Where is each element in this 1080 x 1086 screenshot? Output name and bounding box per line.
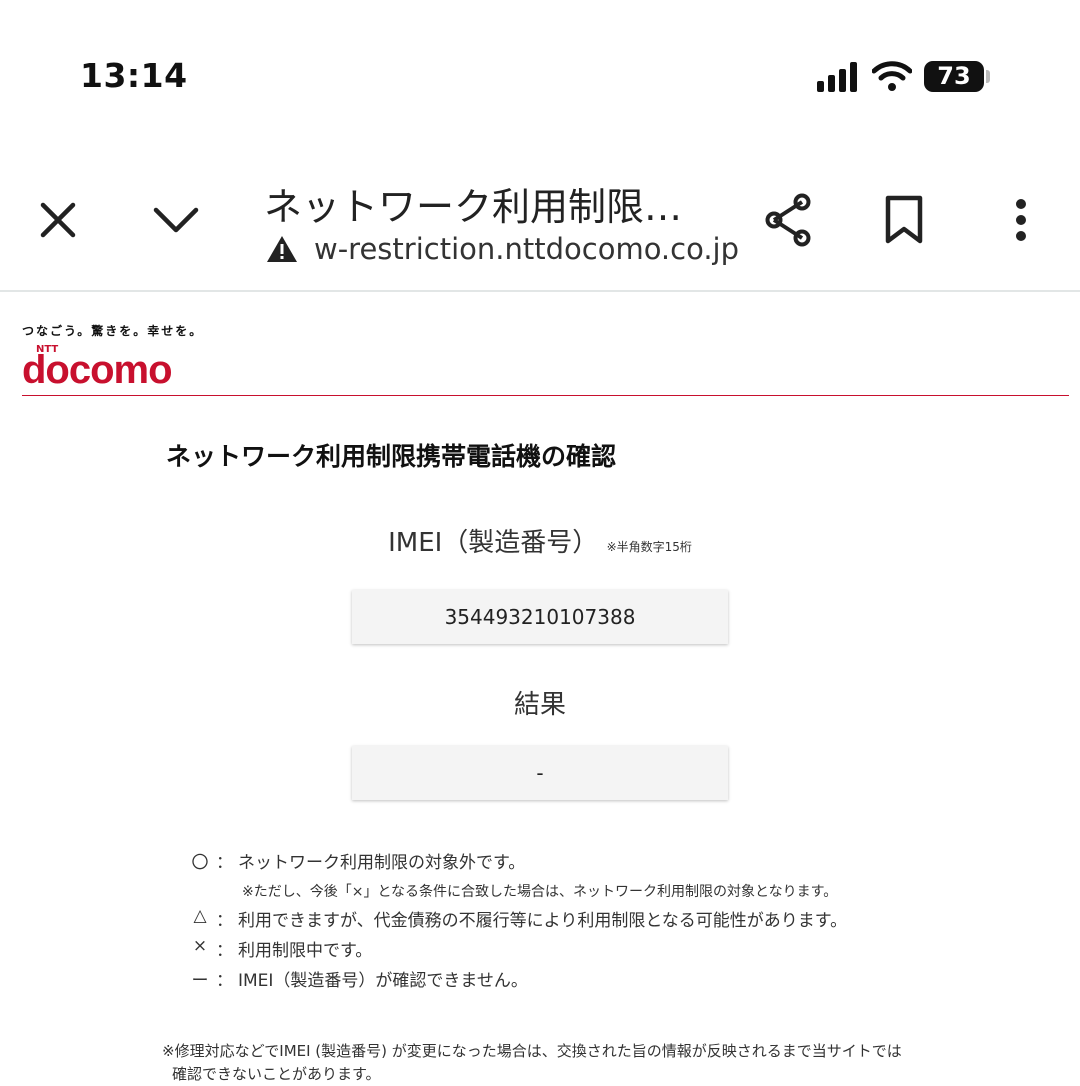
page-heading: ネットワーク利用制限携帯電話機の確認 [166, 442, 617, 471]
close-icon [40, 202, 76, 238]
share-button[interactable] [758, 190, 818, 250]
imei-label: IMEI（製造番号） ※半角数字15桁 [0, 522, 1080, 559]
bookmark-button[interactable] [874, 190, 934, 250]
legend-text: 利用制限中です。 [238, 941, 373, 961]
result-label: 結果 [513, 690, 566, 720]
chevron-down-icon [153, 207, 199, 233]
url-bar[interactable]: w-restriction.nttdocomo.co.jp [266, 232, 739, 272]
close-button[interactable] [28, 190, 88, 250]
page-title: ネットワーク利用制限… [264, 185, 683, 229]
cross-symbol: × [192, 936, 208, 956]
warning-icon [267, 236, 297, 262]
dash-symbol: ー [191, 971, 209, 991]
legend-item: △ ： 利用できますが、代金債務の不履行等により利用制限となる可能性があります。 [188, 906, 1068, 936]
collapse-button[interactable] [146, 190, 206, 250]
docomo-logo[interactable]: つなごう。驚きを。幸せを。 NTT docomo [22, 322, 222, 392]
legend-colon: ： [216, 941, 233, 961]
more-options-button[interactable] [991, 190, 1051, 250]
logo-tagline: つなごう。驚きを。幸せを。 [22, 324, 204, 338]
cellular-signal-icon [817, 62, 859, 92]
header-divider [22, 395, 1069, 396]
footnote-line-1: ※修理対応などでIMEI (製造番号) が変更になった場合は、交換された旨の情報… [162, 1042, 902, 1060]
status-bar: 13:14 73 [0, 0, 1080, 150]
battery-nub [986, 70, 990, 83]
more-vert-icon [1016, 199, 1026, 241]
battery-icon: 73 [924, 61, 984, 92]
imei-label-text: IMEI（製造番号） [388, 528, 599, 558]
triangle-symbol: △ [193, 906, 207, 926]
footnote: ※修理対応などでIMEI (製造番号) が変更になった場合は、交換された旨の情報… [162, 1040, 902, 1086]
share-icon [765, 193, 811, 247]
result-field: - [352, 746, 728, 800]
result-legend: 〇 ： ネットワーク利用制限の対象外です。 ※ただし、今後「×」となる条件に合致… [188, 848, 1068, 996]
logo-brand: docomo [22, 348, 173, 392]
imei-input[interactable]: 354493210107388 [352, 590, 728, 644]
legend-colon: ： [216, 853, 233, 873]
legend-colon: ： [216, 911, 233, 931]
legend-colon: ： [216, 971, 233, 991]
url-text: w-restriction.nttdocomo.co.jp [314, 232, 740, 266]
legend-text: ネットワーク利用制限の対象外です。 [238, 853, 526, 873]
wifi-icon [872, 61, 912, 91]
footnote-line-2: 確認できないことがあります。 [172, 1065, 381, 1083]
legend-text: IMEI（製造番号）が確認できません。 [238, 971, 528, 991]
legend-item: ー ： IMEI（製造番号）が確認できません。 [188, 966, 1068, 996]
circle-symbol: 〇 [191, 853, 209, 873]
clock: 13:14 [80, 56, 188, 95]
imei-note: ※半角数字15桁 [606, 540, 692, 554]
legend-item: × ： 利用制限中です。 [188, 936, 1068, 966]
legend-text: 利用できますが、代金債務の不履行等により利用制限となる可能性があります。 [238, 911, 848, 931]
legend-item: 〇 ： ネットワーク利用制限の対象外です。 [188, 848, 1068, 878]
browser-toolbar: ネットワーク利用制限… w-restriction.nttdocomo.co.j… [0, 150, 1080, 292]
bookmark-icon [885, 195, 923, 244]
legend-note: ※ただし、今後「×」となる条件に合致した場合は、ネットワーク利用制限の対象となり… [242, 884, 838, 900]
